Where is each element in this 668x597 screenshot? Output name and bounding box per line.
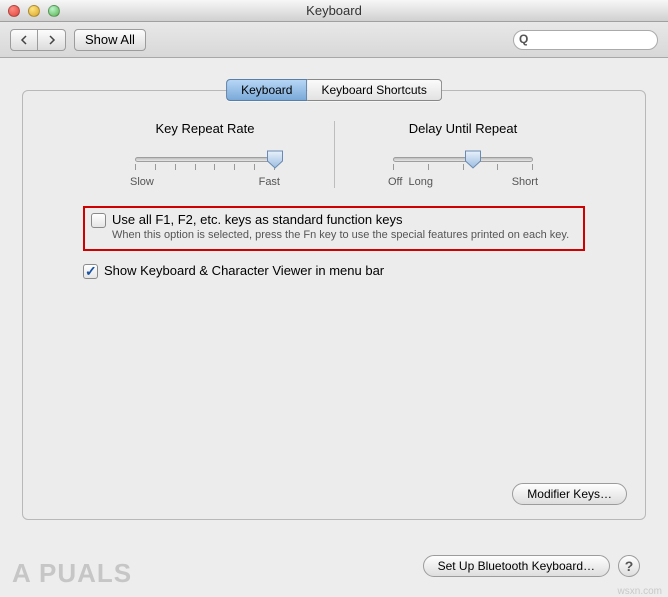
search-icon: Q <box>519 32 528 46</box>
key-repeat-rate-label: Key Repeat Rate <box>103 121 308 136</box>
tab-keyboard[interactable]: Keyboard <box>226 79 307 101</box>
show-viewer-label: Show Keyboard & Character Viewer in menu… <box>104 263 384 278</box>
slider-thumb-icon[interactable] <box>464 150 481 169</box>
chevron-left-icon <box>20 35 28 45</box>
setup-bluetooth-keyboard-button[interactable]: Set Up Bluetooth Keyboard… <box>423 555 610 577</box>
use-fn-keys-description: When this option is selected, press the … <box>112 229 569 241</box>
delay-until-repeat-block: Delay Until Repeat Off Long Short <box>361 121 566 188</box>
titlebar: Keyboard <box>0 0 668 22</box>
help-button[interactable]: ? <box>618 555 640 577</box>
slider-thumb-icon[interactable] <box>267 150 284 169</box>
use-fn-keys-label: Use all F1, F2, etc. keys as standard fu… <box>112 212 569 227</box>
toolbar: Show All Q <box>0 22 668 58</box>
watermark-logo: A PUALS <box>12 558 132 589</box>
window-title: Keyboard <box>0 3 668 18</box>
key-repeat-rate-block: Key Repeat Rate Slow Fast <box>103 121 308 188</box>
highlighted-option-box: Use all F1, F2, etc. keys as standard fu… <box>83 206 585 251</box>
delay-until-repeat-slider[interactable] <box>393 148 533 172</box>
long-label: Long <box>408 176 432 188</box>
off-label: Off <box>388 176 402 188</box>
back-button[interactable] <box>10 29 38 51</box>
tab-shortcuts[interactable]: Keyboard Shortcuts <box>307 79 441 101</box>
modifier-keys-button[interactable]: Modifier Keys… <box>512 483 627 505</box>
search-input[interactable] <box>513 30 658 50</box>
slow-label: Slow <box>130 176 154 188</box>
forward-button[interactable] <box>38 29 66 51</box>
source-watermark: wsxn.com <box>618 586 662 597</box>
fast-label: Fast <box>259 176 280 188</box>
system-preferences-window: Keyboard Show All Q Keyboard Keyboard Sh… <box>0 0 668 597</box>
key-repeat-rate-slider[interactable] <box>135 148 275 172</box>
question-mark-icon: ? <box>625 558 634 574</box>
vertical-divider <box>334 121 335 188</box>
show-all-button[interactable]: Show All <box>74 29 146 51</box>
chevron-right-icon <box>48 35 56 45</box>
preferences-group: Keyboard Keyboard Shortcuts Key Repeat R… <box>22 90 646 520</box>
delay-until-repeat-label: Delay Until Repeat <box>361 121 566 136</box>
short-label: Short <box>512 176 538 188</box>
show-viewer-checkbox[interactable] <box>83 264 98 279</box>
tab-bar: Keyboard Keyboard Shortcuts <box>226 79 442 101</box>
use-fn-keys-checkbox[interactable] <box>91 213 106 228</box>
